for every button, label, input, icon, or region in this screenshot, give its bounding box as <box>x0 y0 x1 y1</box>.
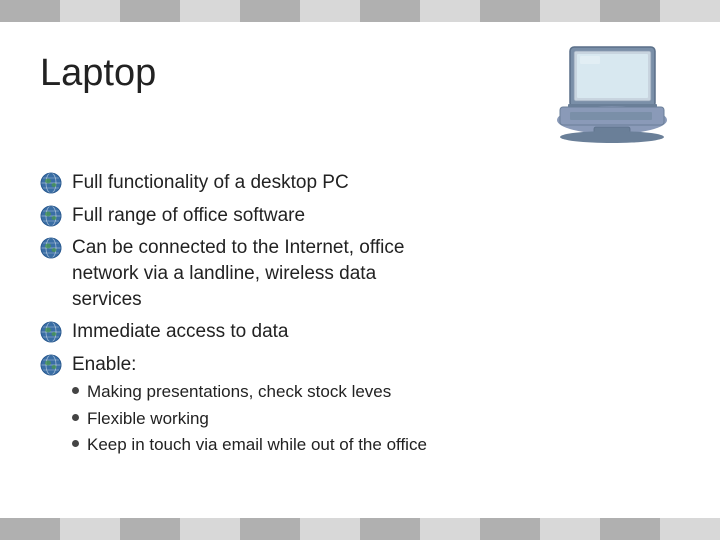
globe-icon <box>40 237 62 259</box>
list-item: Immediate access to data <box>40 319 680 345</box>
globe-icon <box>40 321 62 343</box>
list-item-text: Full range of office software <box>72 203 305 229</box>
sub-dot-icon <box>72 387 79 394</box>
list-item: Can be connected to the Internet, office… <box>40 235 680 312</box>
list-item-text: Immediate access to data <box>72 319 289 345</box>
sub-list-item-text: Flexible working <box>87 408 209 430</box>
globe-icon <box>40 205 62 227</box>
bullet-list: Full functionality of a desktop PC Full … <box>40 170 680 460</box>
globe-icon <box>40 354 62 376</box>
sub-dot-icon <box>72 440 79 447</box>
top-decorative-bar <box>0 0 720 22</box>
globe-icon <box>40 172 62 194</box>
list-item: Full functionality of a desktop PC <box>40 170 680 196</box>
bottom-decorative-bar <box>0 518 720 540</box>
list-item: Full range of office software <box>40 203 680 229</box>
list-item-text: Enable: <box>72 352 136 378</box>
sub-list-item-text: Making presentations, check stock leves <box>87 381 391 403</box>
sub-list-item: Flexible working <box>72 408 427 430</box>
main-content: Laptop <box>0 22 720 518</box>
sub-list-item-text: Keep in touch via email while out of the… <box>87 434 427 456</box>
page-title: Laptop <box>40 42 156 95</box>
sub-dot-icon <box>72 414 79 421</box>
sub-bullet-list: Making presentations, check stock leves … <box>72 381 427 459</box>
laptop-image <box>550 42 680 152</box>
list-item-text: Full functionality of a desktop PC <box>72 170 349 196</box>
sub-list-item: Making presentations, check stock leves <box>72 381 427 403</box>
title-row: Laptop <box>40 42 680 152</box>
sub-list-item: Keep in touch via email while out of the… <box>72 434 427 456</box>
list-item: Enable: Making presentations, check stoc… <box>40 352 680 460</box>
list-item-text: Can be connected to the Internet, office… <box>72 235 404 312</box>
